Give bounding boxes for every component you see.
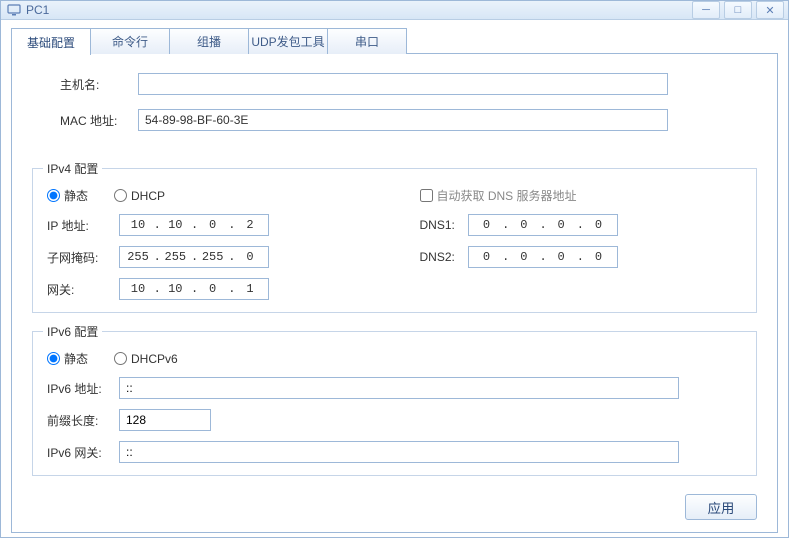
ipv4-static-radio[interactable]: 静态 — [47, 187, 88, 204]
ipv6-prefix-input[interactable] — [119, 409, 211, 431]
app-icon — [7, 3, 21, 17]
tab-cli[interactable]: 命令行 — [90, 28, 170, 54]
ipv4-right-col: 自动获取 DNS 服务器地址 DNS1: 0. 0. 0. 0 — [420, 187, 743, 300]
hostname-label: 主机名: — [60, 76, 138, 93]
ip-label: IP 地址: — [47, 217, 119, 234]
window-buttons: ─ □ ✕ — [688, 1, 784, 19]
ipv6-static-label: 静态 — [64, 350, 88, 367]
ipv6-gw-label: IPv6 网关: — [47, 444, 119, 461]
ipv6-dhcp-radio[interactable]: DHCPv6 — [114, 352, 178, 366]
auto-dns-checkbox[interactable]: 自动获取 DNS 服务器地址 — [420, 187, 577, 204]
dns2-input[interactable]: 0. 0. 0. 0 — [468, 246, 618, 268]
dns1-label: DNS1: — [420, 218, 468, 232]
basic-config-panel: 主机名: MAC 地址: IPv4 配置 静态 — [11, 54, 778, 533]
ipv4-group: IPv4 配置 静态 DHCP — [32, 160, 757, 313]
ipv6-addr-input[interactable] — [119, 377, 679, 399]
titlebar: PC1 ─ □ ✕ — [1, 1, 788, 20]
tab-udp[interactable]: UDP发包工具 — [248, 28, 328, 54]
footer: 应用 — [32, 486, 757, 520]
tab-basic[interactable]: 基础配置 — [11, 28, 91, 55]
mask-label: 子网掩码: — [47, 249, 119, 266]
hostname-input[interactable] — [138, 73, 668, 95]
mac-input[interactable] — [138, 109, 668, 131]
ipv4-dhcp-label: DHCP — [131, 189, 165, 203]
ipv6-dhcp-label: DHCPv6 — [131, 352, 178, 366]
ipv4-dhcp-radio[interactable]: DHCP — [114, 189, 165, 203]
ipv4-legend: IPv4 配置 — [43, 160, 102, 177]
mask-input[interactable]: 255. 255. 255. 0 — [119, 246, 269, 268]
tab-bar: 基础配置 命令行 组播 UDP发包工具 串口 — [11, 28, 778, 54]
ipv6-addr-label: IPv6 地址: — [47, 380, 119, 397]
dns2-label: DNS2: — [420, 250, 468, 264]
mac-label: MAC 地址: — [60, 112, 138, 129]
ipv4-static-label: 静态 — [64, 187, 88, 204]
tab-multicast[interactable]: 组播 — [169, 28, 249, 54]
ipv4-left-col: 静态 DHCP IP 地址: 10. 10. — [47, 187, 370, 300]
host-block: 主机名: MAC 地址: — [32, 72, 757, 150]
ipv6-prefix-label: 前缀长度: — [47, 412, 119, 429]
ipv6-group: IPv6 配置 静态 DHCPv6 IPv6 地址: 前缀长 — [32, 323, 757, 476]
dns1-input[interactable]: 0. 0. 0. 0 — [468, 214, 618, 236]
ipv6-legend: IPv6 配置 — [43, 323, 102, 340]
window-title: PC1 — [26, 3, 688, 17]
pc-config-window: PC1 ─ □ ✕ 基础配置 命令行 组播 UDP发包工具 串口 主机名: MA… — [0, 0, 789, 538]
apply-button[interactable]: 应用 — [685, 494, 757, 520]
ipv6-static-radio[interactable]: 静态 — [47, 350, 88, 367]
window-body: 基础配置 命令行 组播 UDP发包工具 串口 主机名: MAC 地址: IPv4… — [1, 20, 788, 543]
gw-label: 网关: — [47, 281, 119, 298]
tab-serial[interactable]: 串口 — [327, 28, 407, 54]
ipv6-gw-input[interactable] — [119, 441, 679, 463]
gateway-input[interactable]: 10. 10. 0. 1 — [119, 278, 269, 300]
ip-input[interactable]: 10. 10. 0. 2 — [119, 214, 269, 236]
close-button[interactable]: ✕ — [756, 1, 784, 19]
maximize-button[interactable]: □ — [724, 1, 752, 19]
minimize-button[interactable]: ─ — [692, 1, 720, 19]
auto-dns-label: 自动获取 DNS 服务器地址 — [437, 187, 577, 204]
